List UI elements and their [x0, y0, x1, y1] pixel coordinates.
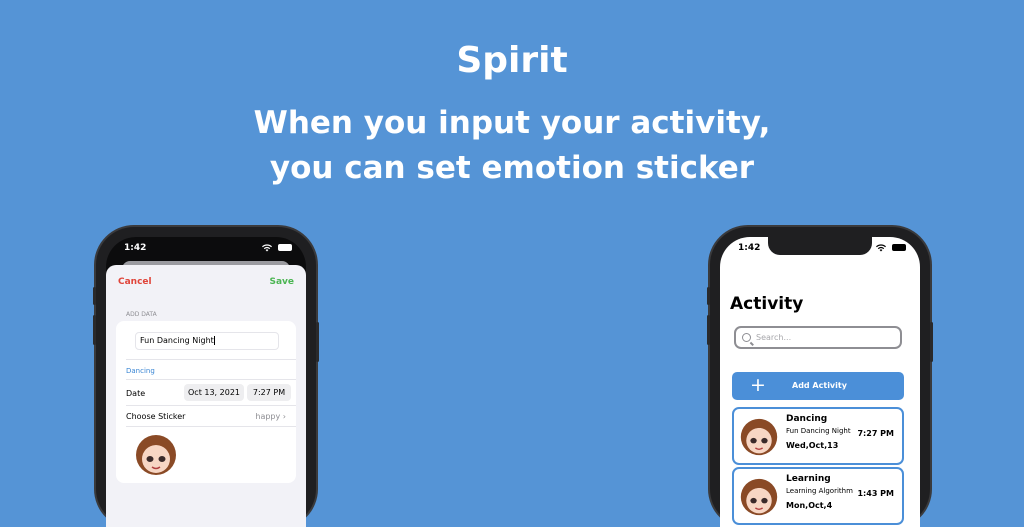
sticker-value[interactable]: happy › [255, 412, 286, 421]
volume-up-button [93, 315, 96, 345]
date-picker[interactable]: Oct 13, 2021 [184, 384, 244, 401]
page-title: Activity [730, 294, 804, 314]
screen: 1:42 Activity Search... + Add Activity D… [720, 237, 920, 527]
wifi-icon [262, 243, 273, 251]
search-icon [742, 333, 751, 342]
status-bar: 1:42 [738, 243, 906, 257]
volume-up-button [707, 315, 710, 345]
status-bar: 1:42 [124, 243, 292, 257]
divider [126, 359, 296, 360]
text-caret [213, 336, 215, 345]
save-button[interactable]: Save [269, 277, 294, 287]
screen: 1:42 Cancel Save ADD DATA Fun Dancing Ni… [106, 237, 306, 527]
phone-add-data: 1:42 Cancel Save ADD DATA Fun Dancing Ni… [93, 227, 319, 527]
activity-name-input[interactable]: Fun Dancing Night [135, 332, 279, 350]
hero-subtitle-line2: you can set emotion sticker [269, 150, 755, 186]
cancel-button[interactable]: Cancel [118, 277, 152, 287]
divider [126, 379, 296, 380]
divider [126, 405, 296, 406]
activity-name-value: Fun Dancing Night [140, 336, 214, 345]
date-label: Date [126, 389, 146, 398]
activity-title: Learning [786, 474, 831, 484]
time-picker[interactable]: 7:27 PM [247, 384, 291, 401]
battery-icon [278, 244, 292, 251]
status-time: 1:42 [124, 243, 147, 253]
status-time: 1:42 [738, 243, 761, 253]
activity-date: Wed,Oct,13 [786, 441, 839, 450]
chevron-right-icon: › [282, 412, 286, 421]
power-button [930, 322, 933, 362]
add-activity-label: Add Activity [792, 381, 847, 390]
add-data-sheet: Cancel Save ADD DATA Fun Dancing Night D… [106, 265, 306, 527]
power-button [316, 322, 319, 362]
status-icons [262, 243, 292, 252]
divider [126, 426, 296, 427]
category-selector[interactable]: Dancing [126, 367, 155, 375]
search-input[interactable]: Search... [734, 326, 902, 349]
add-activity-button[interactable]: + Add Activity [732, 372, 904, 400]
activity-time: 1:43 PM [857, 489, 894, 498]
activity-card[interactable]: Dancing Fun Dancing Night Wed,Oct,13 7:2… [732, 407, 904, 465]
happy-sticker-icon [136, 435, 176, 475]
mute-switch [707, 287, 710, 305]
hero-title: Spirit [456, 40, 568, 81]
hero-subtitle-line1: When you input your activity, [253, 105, 771, 141]
section-header: ADD DATA [126, 311, 157, 318]
battery-icon [892, 244, 906, 251]
activity-title: Dancing [786, 414, 828, 424]
activity-name: Learning Algorithm [786, 487, 853, 495]
phone-activity-list: 1:42 Activity Search... + Add Activity D… [707, 227, 933, 527]
plus-icon: + [750, 374, 766, 396]
mute-switch [93, 287, 96, 305]
choose-sticker-label[interactable]: Choose Sticker [126, 412, 185, 421]
happy-sticker-icon [740, 418, 778, 456]
activity-date: Mon,Oct,4 [786, 501, 833, 510]
activity-time: 7:27 PM [857, 429, 894, 438]
activity-card[interactable]: Learning Learning Algorithm Mon,Oct,4 1:… [732, 467, 904, 525]
wifi-icon [876, 243, 887, 251]
search-placeholder: Search... [756, 333, 792, 342]
sticker-value-text: happy [255, 412, 281, 421]
activity-name: Fun Dancing Night [786, 427, 851, 435]
form-card: Fun Dancing Night Dancing Date Oct 13, 2… [116, 321, 296, 483]
status-icons [876, 243, 906, 252]
happy-sticker-icon [740, 478, 778, 516]
